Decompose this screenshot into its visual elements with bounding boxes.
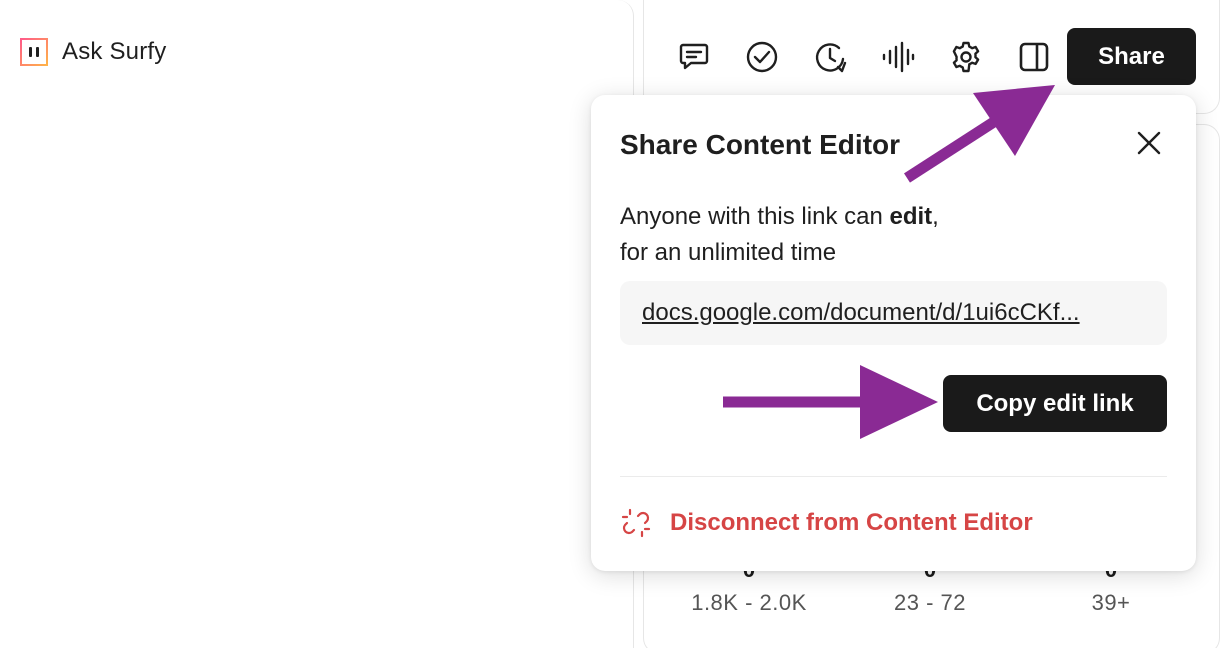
share-link[interactable]: docs.google.com/document/d/1ui6cCKf... xyxy=(642,299,1145,327)
share-popover: Share Content Editor Anyone with this li… xyxy=(591,95,1196,571)
share-link-box: docs.google.com/document/d/1ui6cCKf... xyxy=(620,281,1167,345)
popover-description: Anyone with this link can edit, for an u… xyxy=(620,199,939,271)
stats-row: 0 1.8K - 2.0K 0 23 - 72 0 39+ xyxy=(643,559,1220,640)
panel-toggle-icon xyxy=(1019,42,1049,72)
ask-surfy-button[interactable]: Ask Surfy xyxy=(20,38,167,66)
popover-title: Share Content Editor xyxy=(620,129,901,160)
audio-wave-icon xyxy=(882,41,915,73)
copy-edit-link-button[interactable]: Copy edit link xyxy=(943,375,1167,432)
gear-icon xyxy=(952,41,980,73)
divider xyxy=(620,476,1167,477)
disconnect-button[interactable]: Disconnect from Content Editor xyxy=(620,507,1033,539)
comment-icon xyxy=(679,43,709,70)
stat-range: 23 - 72 xyxy=(894,590,966,615)
history-button[interactable] xyxy=(808,35,852,79)
close-icon xyxy=(1137,131,1161,155)
desc-prefix: Anyone with this link can xyxy=(620,203,890,230)
desc-line2: for an unlimited time xyxy=(620,239,837,266)
check-circle-icon xyxy=(746,41,778,73)
history-icon xyxy=(815,43,847,73)
stat-range: 1.8K - 2.0K xyxy=(691,590,807,615)
check-button[interactable] xyxy=(740,35,784,79)
share-button[interactable]: Share xyxy=(1067,28,1196,85)
surfy-logo-icon xyxy=(20,38,48,66)
disconnect-label: Disconnect from Content Editor xyxy=(670,509,1033,536)
broken-link-icon xyxy=(621,508,651,538)
left-pane: Ask Surfy xyxy=(0,0,634,648)
comment-button[interactable] xyxy=(672,35,716,79)
annotation-arrow-share xyxy=(904,85,1055,183)
audio-button[interactable] xyxy=(876,35,920,79)
ask-surfy-label: Ask Surfy xyxy=(62,38,167,65)
annotation-arrow-copy xyxy=(723,365,938,439)
stat-range: 39+ xyxy=(1091,590,1131,615)
panel-toggle-button[interactable] xyxy=(1012,35,1056,79)
desc-bold: edit xyxy=(889,203,933,230)
settings-button[interactable] xyxy=(944,35,988,79)
desc-suffix: , xyxy=(932,203,939,230)
close-button[interactable] xyxy=(1131,125,1167,161)
